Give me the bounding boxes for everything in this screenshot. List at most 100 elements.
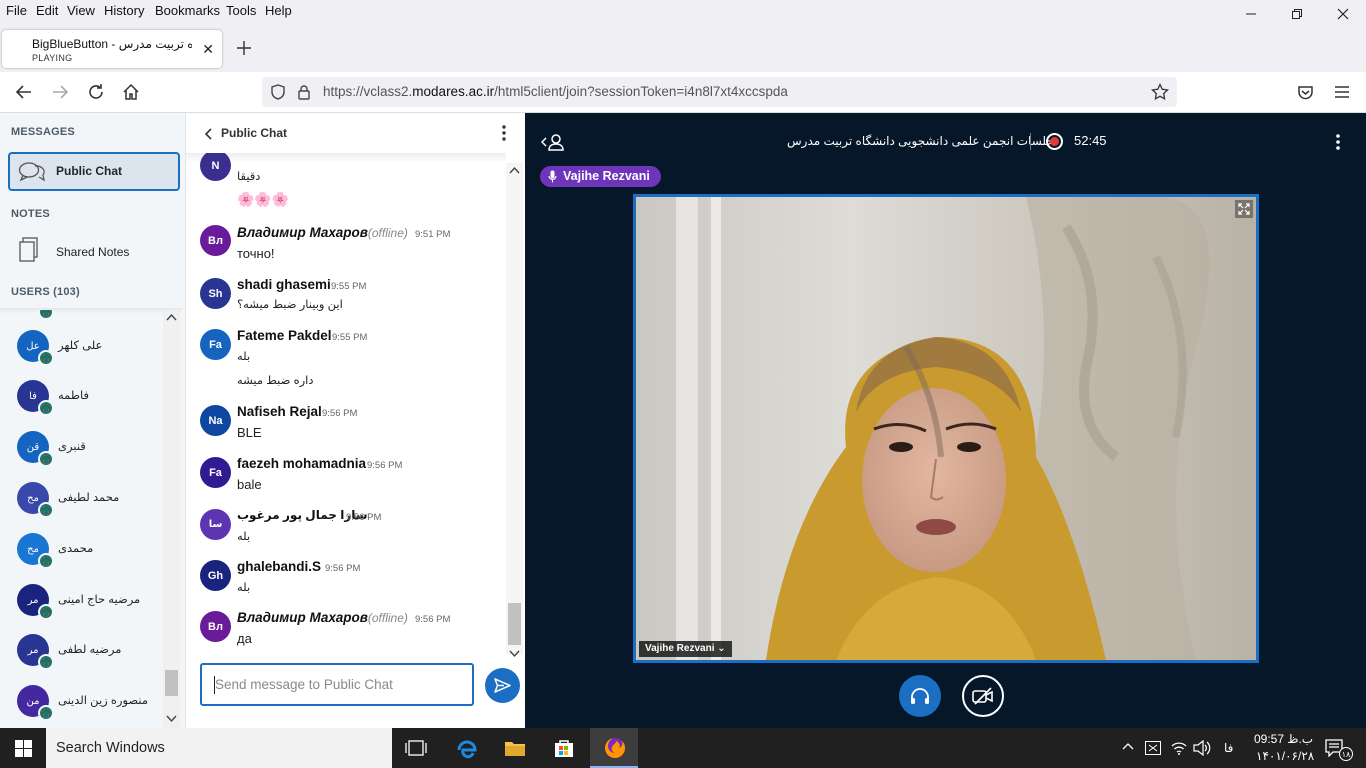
firefox-icon [605,738,625,758]
users-scrollbar[interactable] [163,310,180,728]
taskbar-search-box[interactable]: Search Windows [46,728,392,768]
menu-help[interactable]: Help [265,3,292,18]
chat-header: Public Chat [186,113,526,153]
taskbar-date[interactable]: ۱۴۰۱/۰۶/۲۸ [1256,749,1314,763]
scroll-thumb[interactable] [165,670,178,696]
bookmark-star-icon[interactable] [1151,82,1169,104]
shared-notes-item[interactable]: Shared Notes [8,234,180,268]
message-time: 9:55 PM [331,281,367,292]
chat-message-input[interactable]: Send message to Public Chat [200,663,474,706]
more-vertical-icon[interactable] [502,125,506,141]
user-row[interactable]: من 🎧 منصوره زین الدینی [0,685,160,728]
search-placeholder: Search Windows [56,740,165,756]
tab-status: PLAYING [32,53,73,63]
chevron-down-icon[interactable] [166,715,177,723]
shield-icon[interactable] [270,84,286,103]
messages-heading: MESSAGES [11,126,75,138]
keyboard-language-icon[interactable] [1145,741,1161,755]
wifi-icon[interactable] [1171,740,1187,756]
user-row[interactable]: مح 🎧 محمدی [0,533,160,583]
hamburger-icon [1335,86,1349,98]
app-menu-button[interactable] [1334,84,1350,105]
lock-icon[interactable] [296,84,312,103]
file-explorer-button[interactable] [503,736,527,760]
public-chat-item[interactable]: Public Chat [8,152,180,191]
chat-title[interactable]: Public Chat [221,126,287,140]
back-button[interactable] [15,83,33,106]
firefox-taskbar-button[interactable] [590,728,638,768]
toggle-userlist-button[interactable] [540,133,565,154]
message-avatar: N [200,153,231,181]
menu-view[interactable]: View [67,3,95,18]
url-path: /html5client/join?sessionToken=i4n8l7xt4… [494,84,788,99]
message-text: да [237,631,252,646]
user-row[interactable]: قن 🎧 قنبری [0,431,160,481]
user-row[interactable]: مح 🎧 محمد لطیفی [0,482,160,532]
url-bar[interactable]: https://vclass2.modares.ac.ir/html5clien… [262,77,1177,107]
browser-tab[interactable]: BigBlueButton - گاه تربیت مدرس PLAYING ✕ [2,30,222,68]
store-button[interactable] [552,736,576,760]
message-avatar: Вл [200,611,231,642]
menu-tools[interactable]: Tools [226,3,256,18]
forward-button[interactable] [51,83,69,106]
start-button[interactable] [15,740,32,760]
headphones-icon: 🎧 [38,350,54,366]
menu-bar: File Edit View History Bookmarks Tools H… [0,0,1366,22]
chevron-left-icon[interactable] [204,128,212,140]
chat-scrollbar[interactable] [506,163,523,658]
send-icon [494,678,511,693]
home-button[interactable] [122,83,140,106]
user-chevron-icon [540,134,564,151]
tab-close-icon[interactable]: ✕ [202,41,214,58]
menu-bookmarks[interactable]: Bookmarks [155,3,220,18]
scroll-thumb[interactable] [508,603,521,645]
leave-audio-button[interactable] [899,675,941,717]
share-webcam-button[interactable] [962,675,1004,717]
message-author: Владимир Махаров(offline) [237,225,408,240]
message-time: 9:56 PM [415,614,451,625]
message-time: 9:56 PM [325,563,361,574]
fullscreen-button[interactable] [1235,200,1253,218]
headphones-icon: 🎧 [38,400,54,416]
more-vertical-icon[interactable] [1336,134,1340,150]
action-center-button[interactable]: ۱۸ [1325,739,1353,761]
chevron-down-icon[interactable] [509,650,520,658]
message-avatar: Sh [200,278,231,309]
menu-file[interactable]: File [6,3,27,18]
message-text: bale [237,477,262,492]
store-bag-icon [555,740,573,757]
windows-logo-icon [15,740,32,757]
edge-browser-button[interactable] [455,736,479,760]
nav-bar: https://vclass2.modares.ac.ir/html5clien… [0,72,1366,113]
url-domain: modares.ac.ir [412,84,495,99]
record-button[interactable] [1046,133,1063,150]
video-user-dropdown[interactable]: Vajihe Rezvani ⌄ [639,641,732,657]
user-row[interactable]: مر 🎧 مرضیه حاج امینی [0,584,160,634]
chevron-up-icon[interactable] [166,313,177,321]
send-message-button[interactable] [485,668,520,703]
menu-edit[interactable]: Edit [36,3,58,18]
user-row[interactable]: مر 🎧 مرضیه لطفی [0,634,160,684]
message-text: دقیقا [237,171,261,183]
message-author: Fateme Pakdel [237,328,332,343]
folder-icon [505,742,525,756]
headphones-icon: 🎧 [38,705,54,721]
reload-button[interactable] [87,83,105,106]
user-name: منصوره زین الدینی [58,695,149,707]
task-view-button[interactable] [404,736,428,760]
message-text: بله [237,582,251,594]
new-tab-button[interactable] [236,40,252,59]
user-name: فاطمه [58,390,89,402]
taskbar-clock[interactable]: 09:57 ب.ظ [1254,732,1313,746]
user-row[interactable]: فا 🎧 فاطمه [0,380,160,430]
chevron-up-icon[interactable] [509,166,520,174]
plus-icon [237,41,251,55]
user-name: علی کلهر [58,340,103,352]
webcam-video[interactable]: Vajihe Rezvani ⌄ [633,194,1259,663]
user-row[interactable]: عل 🎧 علی کلهر [0,330,160,380]
chevron-up-icon[interactable] [1122,742,1134,750]
input-language[interactable]: فا [1224,741,1233,755]
volume-icon[interactable] [1193,740,1211,756]
menu-history[interactable]: History [104,3,144,18]
pocket-button[interactable] [1297,84,1314,106]
